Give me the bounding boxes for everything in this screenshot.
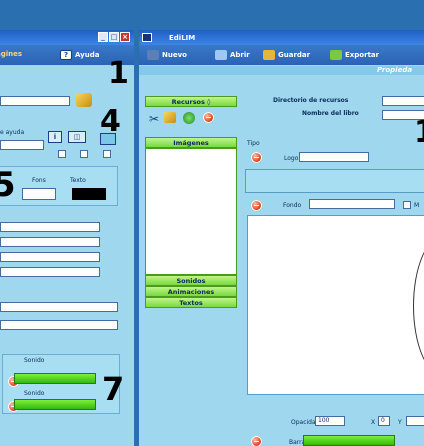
textos-label: Textos <box>179 299 203 307</box>
properties-subheader: Propieda <box>139 66 424 75</box>
minimize-button[interactable]: _ <box>98 32 108 42</box>
annotation-number-5: 5 <box>0 165 16 205</box>
page-preview-canvas[interactable] <box>247 215 424 395</box>
y-field[interactable] <box>406 416 424 426</box>
color-settings-box <box>0 166 118 206</box>
left-text-field-4[interactable] <box>0 252 100 262</box>
left-window: _ □ × ágines ?Ayuda 1 4 e ayuda i ◫ 5 Fo… <box>0 30 134 446</box>
exportar-button[interactable]: Exportar <box>330 50 379 60</box>
left-text-field-6[interactable] <box>0 302 118 312</box>
fondo-color-label: Fons <box>32 177 46 184</box>
sonido-label-2: Sonido <box>24 390 45 397</box>
sound-2-bar[interactable] <box>14 399 96 410</box>
window-title: EdiLIM <box>169 34 196 42</box>
recursos-header-label: Recursos <box>171 98 205 106</box>
nuevo-button[interactable]: Nuevo <box>147 50 187 60</box>
checkbox-3[interactable] <box>103 150 111 158</box>
animaciones-label: Animaciones <box>167 288 215 296</box>
textos-tab[interactable]: Textos <box>145 297 237 308</box>
ayuda-menu[interactable]: ? Ayuda <box>60 50 99 60</box>
texto-color-swatch[interactable] <box>72 188 106 200</box>
pencil-icon[interactable] <box>76 93 92 107</box>
help-icon: ? <box>60 50 72 60</box>
annotation-number-1-right: 1 <box>414 118 424 148</box>
edit-icon[interactable] <box>164 112 176 123</box>
cut-icon[interactable]: ✂ <box>149 112 159 126</box>
left-text-field-5[interactable] <box>0 267 100 277</box>
fondo-color-swatch[interactable] <box>22 188 56 200</box>
m-checkbox[interactable] <box>403 201 411 209</box>
maximize-button[interactable]: □ <box>109 32 119 42</box>
checkbox-1[interactable] <box>58 150 66 158</box>
guardar-label: Guardar <box>278 51 311 59</box>
m-label: M <box>414 202 420 209</box>
remove-barra-icon[interactable] <box>251 436 262 446</box>
right-window: EdiLIM Nuevo Abrir Guardar Exportar Prop… <box>139 30 424 446</box>
left-text-field-3[interactable] <box>0 237 100 247</box>
close-button[interactable]: × <box>120 32 130 42</box>
right-toolbar: Nuevo Abrir Guardar Exportar <box>139 45 424 65</box>
info-button[interactable]: i <box>48 131 62 143</box>
open-icon <box>215 50 227 60</box>
left-text-field-7[interactable] <box>0 320 118 330</box>
paginas-menu[interactable]: ágines <box>0 50 22 58</box>
properties-title: Propieda <box>377 66 413 74</box>
ayuda-label: Ayuda <box>75 51 100 59</box>
delete-resource-icon[interactable] <box>203 112 214 123</box>
sonidos-tab[interactable]: Sonidos <box>145 275 237 286</box>
abrir-label: Abrir <box>230 51 250 59</box>
refresh-icon[interactable] <box>183 112 195 124</box>
barra-color-bar[interactable] <box>303 435 395 446</box>
resource-list[interactable] <box>145 148 237 275</box>
annotation-number-7: 7 <box>102 370 125 408</box>
nuevo-label: Nuevo <box>162 51 187 59</box>
checkbox-2[interactable] <box>80 150 88 158</box>
fondo-field[interactable] <box>309 199 395 209</box>
y-label: Y <box>398 419 402 426</box>
opacidad-field[interactable]: 100 <box>315 416 345 426</box>
sound-1-bar[interactable] <box>14 373 96 384</box>
help-label: e ayuda <box>0 129 25 136</box>
x-label: X <box>371 419 376 426</box>
color-swatch[interactable] <box>100 133 116 145</box>
left-text-field-2[interactable] <box>0 222 100 232</box>
right-titlebar: EdiLIM <box>139 30 424 45</box>
texto-color-label: Texto <box>70 177 86 184</box>
imagenes-label: Imágenes <box>173 139 209 147</box>
nombre-libro-label: Nombre del libro <box>302 110 359 117</box>
animaciones-tab[interactable]: Animaciones <box>145 286 237 297</box>
copy-button[interactable]: ◫ <box>68 131 86 143</box>
logo-label: Logo <box>284 155 299 162</box>
remove-logo-icon[interactable] <box>251 152 262 163</box>
tipo-label: Tipo <box>247 140 260 147</box>
export-icon <box>330 50 342 60</box>
new-book-icon <box>147 50 159 60</box>
logo-field[interactable] <box>299 152 369 162</box>
save-icon <box>263 50 275 60</box>
remove-fondo-icon[interactable] <box>251 200 262 211</box>
directorio-label: Directorio de recursos <box>273 97 349 104</box>
imagenes-tab[interactable]: Imágenes <box>145 137 237 148</box>
left-text-field-1[interactable] <box>0 96 70 106</box>
logo-preview <box>245 169 424 193</box>
exportar-label: Exportar <box>345 51 380 59</box>
app-icon <box>142 33 152 42</box>
x-field[interactable]: 0 <box>378 416 390 426</box>
left-titlebar: _ □ × <box>0 30 134 45</box>
sonido-label-1: Sonido <box>24 357 45 364</box>
preview-oval-shape <box>413 236 424 376</box>
fondo-label: Fondo <box>283 202 302 209</box>
guardar-button[interactable]: Guardar <box>263 50 310 60</box>
help-field[interactable] <box>0 140 44 150</box>
annotation-number-1: 1 <box>108 56 129 91</box>
sonidos-label: Sonidos <box>176 277 206 285</box>
recursos-header[interactable]: Recursos ◊ <box>145 96 237 107</box>
directorio-field[interactable] <box>382 96 424 106</box>
abrir-button[interactable]: Abrir <box>215 50 250 60</box>
